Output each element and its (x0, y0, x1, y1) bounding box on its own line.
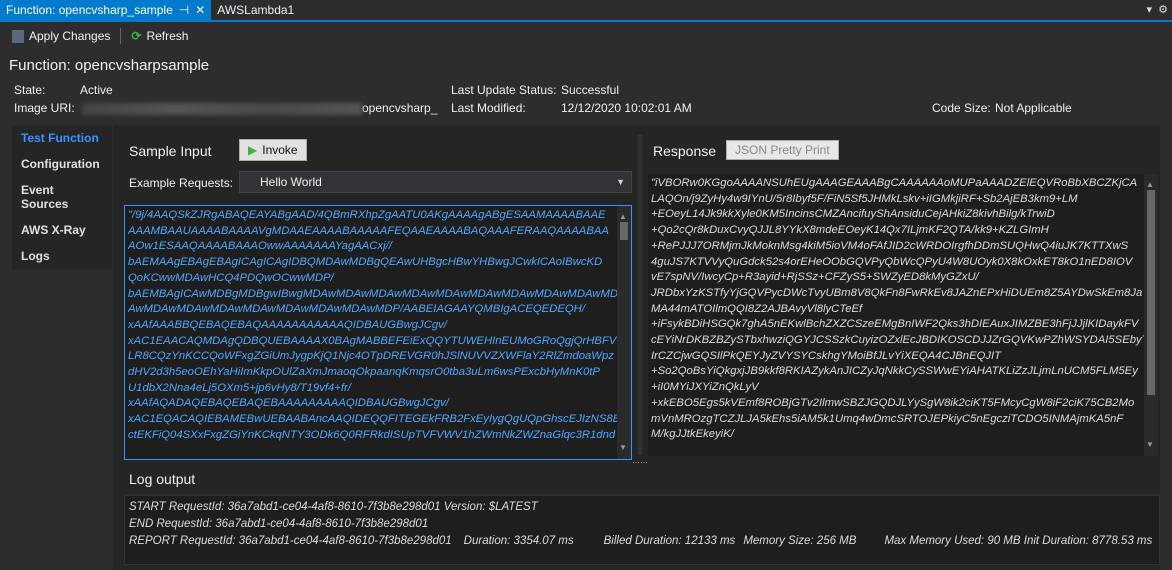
text-line: xAAfAAABBQEBAQEBAQAAAAAAAAAAAQIDBAUGBwgJ… (128, 318, 447, 331)
play-icon: ▶ (248, 143, 258, 157)
text-line: LAQOn/j9ZyHy4w9IYnU/5r8Ibyf5F/FiN5Sf5JHM… (651, 192, 1078, 205)
horizontal-splitter[interactable]: ⋯⋯ (120, 459, 1160, 467)
text-line: LR8CQzYnKCCQoWFxgZGiUmJygpKjQ1Njc4OTpDRE… (128, 350, 614, 363)
image-uri-label: Image URI: (14, 101, 75, 115)
text-line: +RePJJJ7ORMjmJkMoknMsg4kiM5ioVM4oFAfJID2… (651, 239, 1129, 252)
nav-event-sources[interactable]: Event Sources (12, 177, 112, 217)
last-update-status-value: Successful (561, 83, 620, 97)
text-line: QoKCwwMDAwHCQ4PDQwOCwwMDP/ (128, 271, 334, 284)
refresh-button[interactable]: ⟳ Refresh (127, 27, 192, 45)
text-line: vE7spNV/IwcyCp+R3ayid+RjSSz+CFZyS5+SWZyE… (651, 271, 979, 284)
log-output-title: Log output (129, 471, 196, 487)
response-output[interactable]: "iVBORw0KGgoAAAANSUhEUgAAAGEAAABgCAAAAAA… (648, 174, 1158, 456)
page-title: Function: opencvsharpsample (9, 57, 210, 74)
document-tab-bar: Function: opencvsharp_sample ⊣ ✕ AWSLambda… (0, 0, 1172, 22)
text-line: +Qo2cQr8kDuxCvyQJJL8YYkX8mdeEOeyK14Qx7IL… (651, 224, 1049, 237)
log-line: START RequestId: 36a7abd1-ce04-4af8-8610… (129, 501, 538, 513)
pin-icon[interactable]: ⊣ (179, 3, 189, 17)
text-line: MA44mATOIlmQQI8Z2AJBAvyVl8lyCTeEf (651, 302, 863, 315)
uri-suffix: opencvsharp_ (362, 101, 438, 115)
json-pretty-print-button[interactable]: JSON Pretty Print (726, 140, 839, 160)
example-requests-select[interactable]: Hello World ▼ (239, 171, 632, 193)
tab-awslambda1[interactable]: AWSLambda1 (211, 0, 300, 20)
log-output[interactable]: START RequestId: 36a7abd1-ce04-4af8-8610… (124, 495, 1160, 565)
text-line: ctEKFiQ04SXxFxgZGiYnKCkqNTY3ODk6Q0RFRkdI… (128, 428, 616, 441)
text-line: +iFsykBDiHSGQk7ghA5nEKwlBchZXZCSzeEMgBnI… (651, 318, 1139, 331)
text-line: +iI0MYiJXYiZnQkLyV (651, 381, 759, 394)
invoke-button[interactable]: ▶ Invoke (239, 139, 307, 161)
response-scrollbar[interactable]: ▲ ▼ (1144, 174, 1158, 456)
last-modified-value: 12/12/2020 10:02:01 AM (561, 101, 692, 115)
log-line: END RequestId: 36a7abd1-ce04-4af8-8610-7… (129, 518, 429, 530)
example-requests-label: Example Requests: (129, 176, 234, 190)
pretty-label: JSON Pretty Print (735, 143, 830, 157)
text-line: U1dbX2Nna4eLj5OXm5+jp6vHy8/T19vf4+fr/ (128, 381, 351, 394)
text-line: "iVBORw0KGgoAAAANSUhEUgAAAGEAAABgCAAAAAA… (651, 177, 1138, 189)
dropdown-icon[interactable]: ▾ (1146, 4, 1152, 16)
text-line: JRDbxYzKSTfyYjGQVPycDWcTvyUBm8V8QkFn8FwR… (651, 286, 1143, 299)
refresh-icon: ⟳ (131, 29, 142, 43)
nav-configuration[interactable]: Configuration (12, 151, 112, 177)
text-line: dHV2d3h5eoOEhYaHiImKkpOUlZaXmJmaoqOkpaan… (128, 366, 600, 379)
text-line: xAC1EAACAQMDAgQDBQUEBAAAAX0BAgMABBEFEiEx… (128, 334, 617, 347)
text-line: AOw1ESAAQAAAABAAAOwwAAAAAAAYagAACxj// (128, 240, 392, 253)
apply-changes-button[interactable]: Apply Changes (8, 27, 114, 45)
text-line: +xkEBO5Egs5kVEmf8ROBjGTv2IlmwSBZJGQDJLYy… (651, 396, 1135, 409)
request-text: "/9j/4AAQSkZJRgABAQEAYABgAAD/4QBmRXhpZgA… (128, 208, 628, 444)
text-line: xAC1EQACAQIEBAMEBwUEBAABAncAAQIDEQQFITEG… (128, 413, 628, 426)
redacted-uri (82, 102, 362, 115)
tab-label: Function: opencvsharp_sample (6, 3, 173, 17)
code-size-label: Code Size: (932, 101, 991, 115)
request-scrollbar[interactable]: ▲ ▼ (617, 206, 631, 459)
vertical-splitter[interactable] (638, 135, 642, 455)
toolbar-separator (120, 28, 122, 44)
chevron-down-icon: ▼ (616, 177, 625, 187)
nav-logs[interactable]: Logs (12, 243, 112, 269)
sample-input-title: Sample Input (129, 143, 212, 159)
toolbar: Apply Changes ⟳ Refresh (0, 24, 1172, 48)
response-text: "iVBORw0KGgoAAAANSUhEUgAAAGEAAABgCAAAAAA… (651, 176, 1155, 443)
refresh-label: Refresh (146, 29, 189, 43)
state-value: Active (80, 83, 113, 97)
gear-icon[interactable]: ⚙ (1158, 4, 1168, 16)
text-line: IrCZCjwGQSIlPkQEYJyZVYSYCskhgYMoiBfJLvYi… (651, 349, 1002, 362)
log-line-report: REPORT RequestId: 36a7abd1-ce04-4af8-861… (129, 535, 1153, 547)
nav-test-function[interactable]: Test Function (12, 125, 112, 151)
text-line: M/kgJJtkEkeyiK/ (651, 428, 734, 441)
selected-value: Hello World (260, 175, 322, 189)
text-line: bAEMAAgEBAgEBAgICAgICAgIDBQMDAwMDBgQEAwU… (128, 256, 603, 269)
text-line: bAEMBAgICAwMDBgMDBgwIBwgMDAwMDAwMDAwMDAw… (128, 287, 619, 300)
close-icon[interactable]: ✕ (195, 3, 205, 17)
side-nav: Test Function Configuration Event Source… (12, 125, 112, 270)
text-line: AAAMBAAUAAAABAAAAVgMDAAEAAAABAAAAAFEQAAE… (128, 224, 609, 237)
response-title: Response (653, 143, 717, 159)
text-line: +So2QoBsYiQkgxjJB9kkf8RKIAZykAnJICZyJqNk… (651, 365, 1138, 378)
tab-function[interactable]: Function: opencvsharp_sample ⊣ ✕ (0, 0, 212, 20)
state-label: State: (14, 83, 46, 97)
text-line: mVnMROzgTCZJLJA5kEhs5iAM5k1Umq4wDmcSRTOJ… (651, 412, 1124, 425)
tab-label: AWSLambda1 (217, 3, 295, 17)
last-modified-label: Last Modified: (451, 101, 526, 115)
code-size-value: Not Applicable (995, 101, 1072, 115)
text-line: "/9j/4AAQSkZJRgABAQEAYABgAAD/4QBmRXhpZgA… (128, 209, 606, 221)
text-line: +EOeyL14Jk9kkXyle0KM5IncinsCMZAncifuyShA… (651, 208, 1055, 221)
text-line: xAAfAQADAQEBAQEBAQEBAAAAAAAAAQIDBAUGBwgJ… (128, 397, 449, 410)
text-line: 4guJS7KTVVyQuGdck52s4orEHeOObGQVPyQbWcQP… (651, 255, 1133, 268)
nav-aws-xray[interactable]: AWS X-Ray (12, 217, 112, 243)
save-icon (12, 29, 24, 43)
image-uri-value: opencvsharp_ (82, 101, 437, 115)
request-input[interactable]: "/9j/4AAQSkZJRgABAQEAYABgAAD/4QBmRXhpZgA… (124, 205, 632, 460)
text-line: cEYiNrDKBZBZySTbxhwziQGYJCSSzkCuyizOZxlE… (651, 334, 1155, 347)
text-line: AwMDAwMDAwMDAwMDAwMDAwMDAwMDAwMDP/AABEIA… (128, 303, 585, 316)
last-update-status-label: Last Update Status: (451, 83, 557, 97)
apply-label: Apply Changes (29, 29, 111, 43)
invoke-label: Invoke (262, 143, 298, 157)
